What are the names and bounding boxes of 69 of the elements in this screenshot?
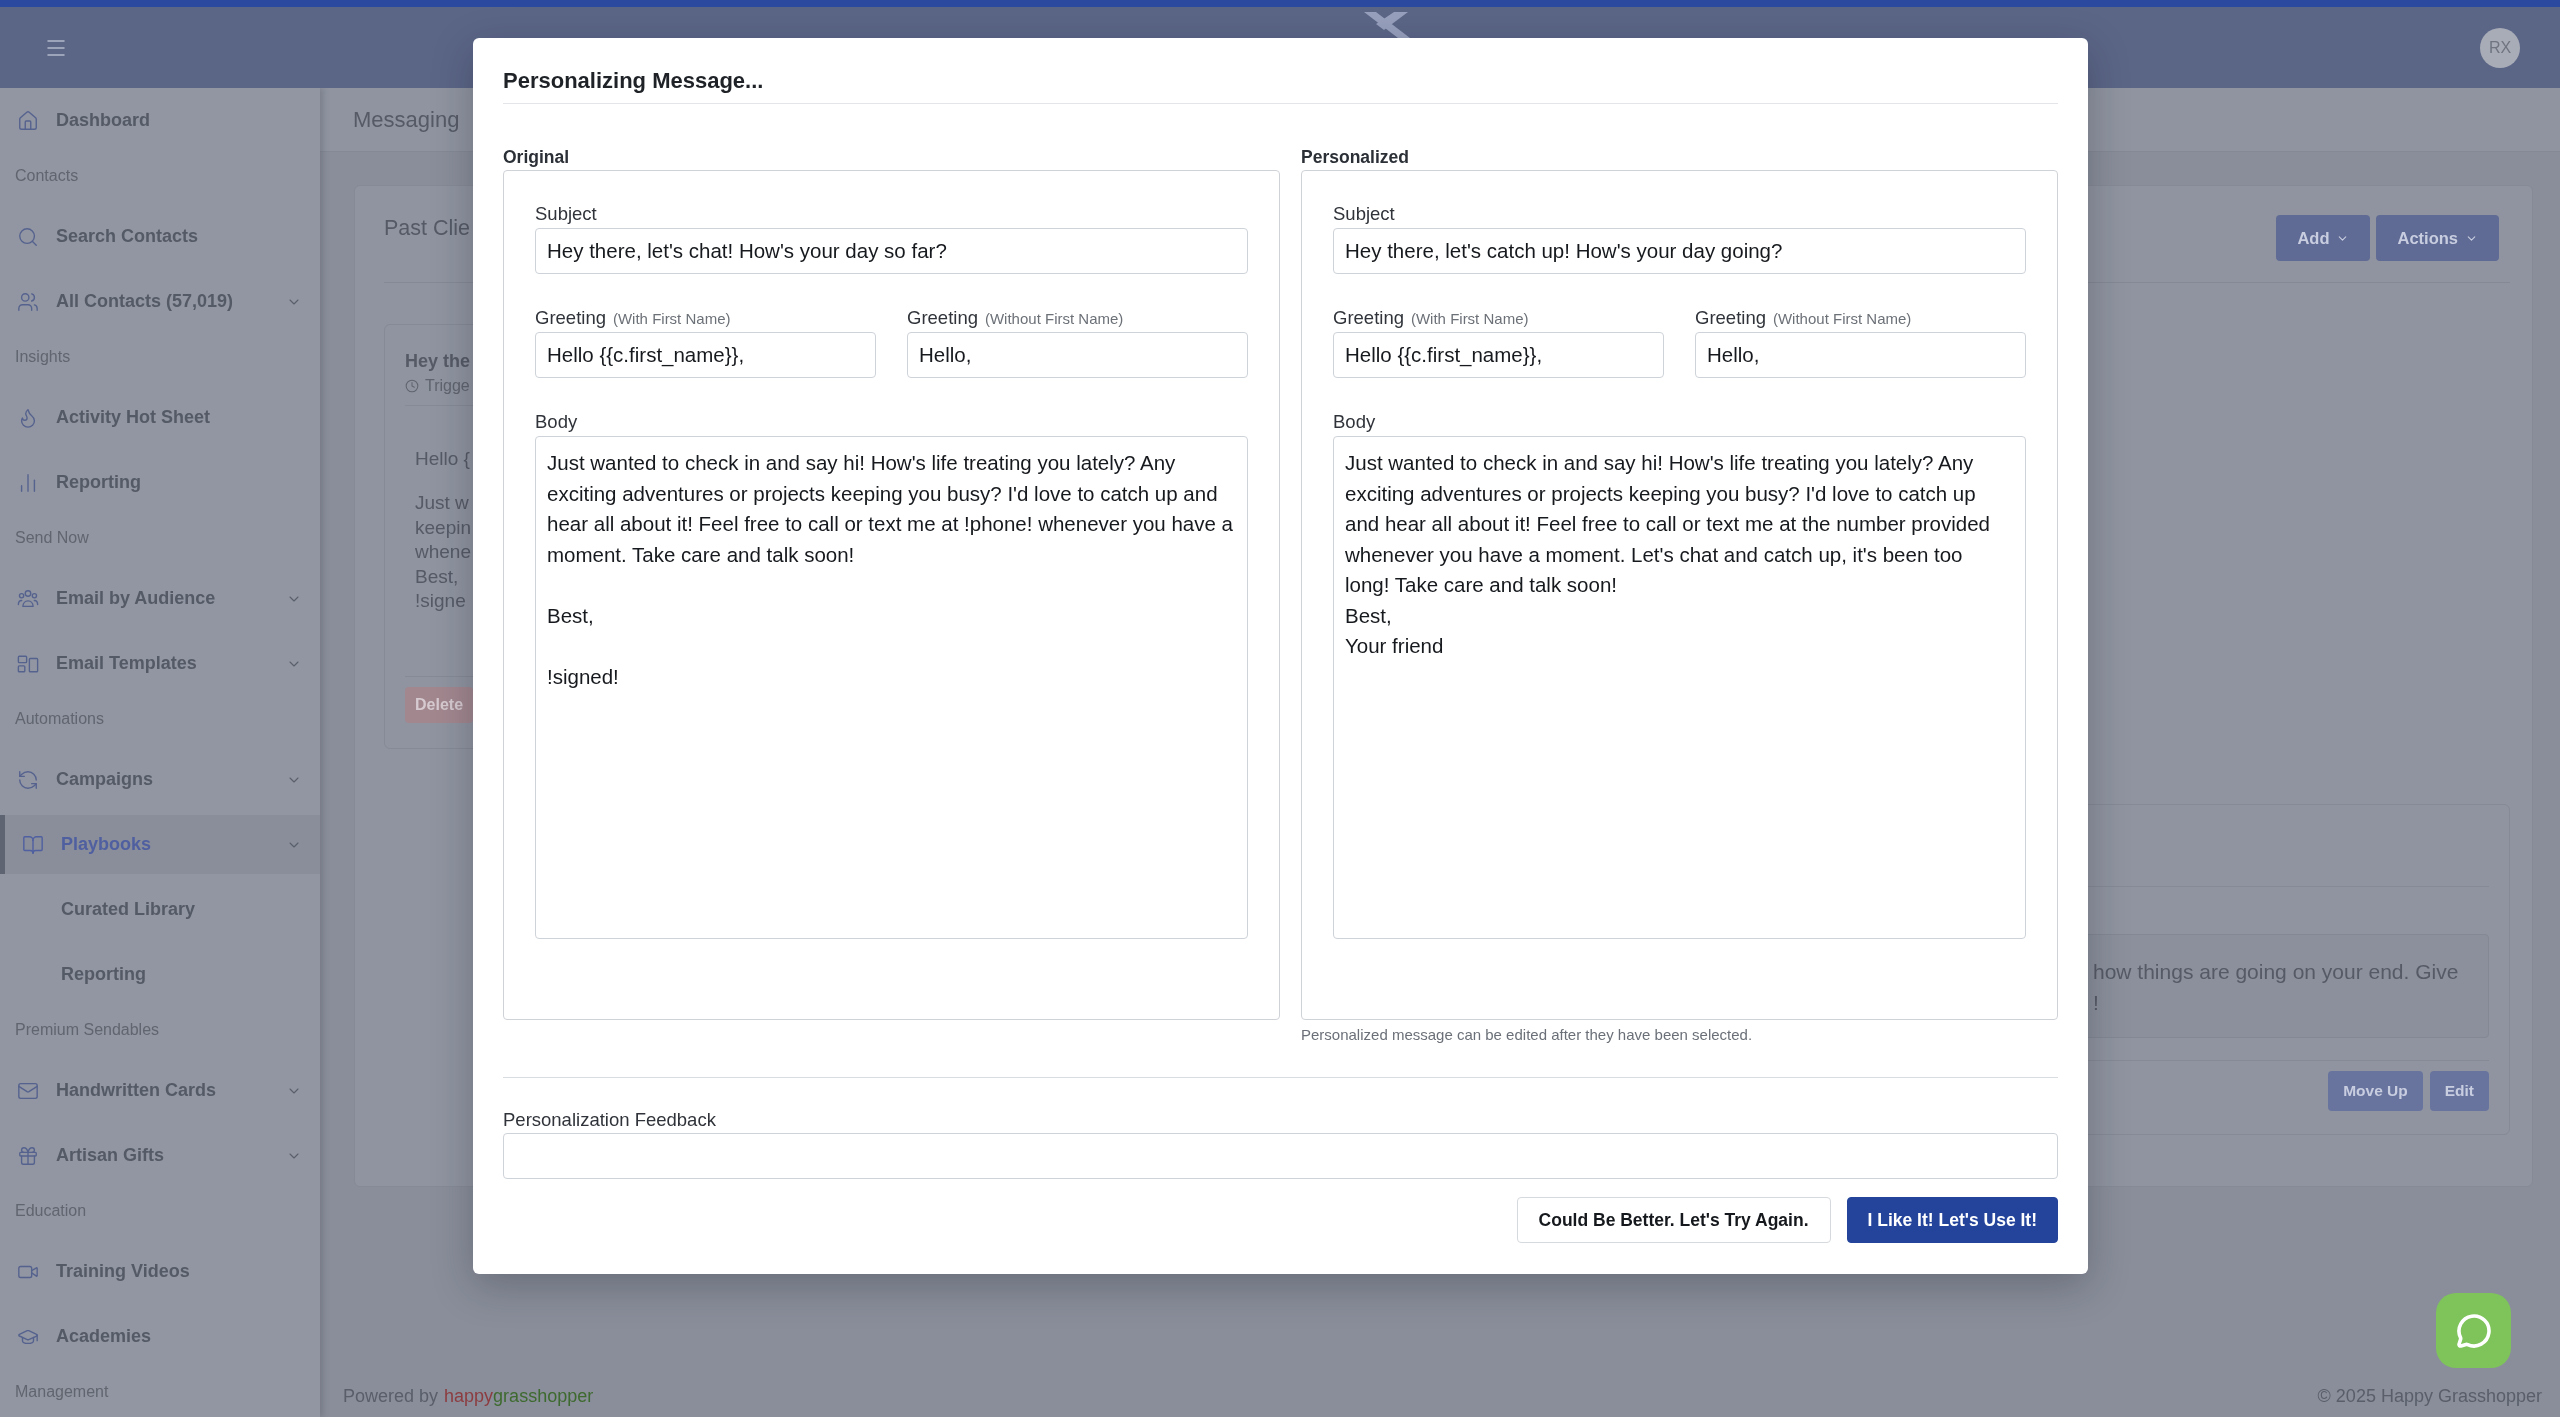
dropdown-button[interactable]: Actions: [2376, 215, 2499, 261]
sidebar-item[interactable]: Activity Hot Sheet: [0, 385, 320, 450]
message-text: keepin: [415, 515, 471, 540]
sidebar-item[interactable]: Training Videos: [0, 1239, 320, 1304]
field-hint: (With First Name): [612, 309, 731, 329]
use-it-button[interactable]: I Like It! Let's Use It!: [1846, 1197, 2058, 1243]
message-title: Hey the: [405, 350, 471, 373]
clock-icon: [405, 379, 419, 393]
gift-icon: [17, 1144, 39, 1167]
delete-button[interactable]: Delete: [405, 687, 474, 723]
sidebar-item[interactable]: Campaigns: [0, 747, 320, 812]
field-label: Greeting: [535, 307, 606, 329]
preview-text: !: [2093, 990, 2099, 1016]
card-title: Past Clie: [384, 215, 471, 241]
refresh-icon: [17, 768, 39, 791]
dialog-title: Personalizing Message...: [503, 68, 2058, 104]
card-button[interactable]: Move Up: [2328, 1071, 2423, 1111]
message-greeting: Hello {: [415, 447, 470, 471]
panel-heading: Original: [503, 147, 571, 167]
field-label: Body: [535, 411, 578, 433]
feedback-field[interactable]: [503, 1133, 2058, 1179]
greeting-field[interactable]: Hello,: [1695, 332, 2026, 378]
field-label: Greeting: [907, 307, 978, 329]
field-label: Personalization Feedback: [503, 1109, 717, 1131]
try-again-button[interactable]: Could Be Better. Let's Try Again.: [1516, 1197, 1831, 1243]
sidebar-item[interactable]: Handwritten Cards: [0, 1058, 320, 1123]
sidebar-item[interactable]: Playbooks: [0, 815, 320, 874]
help-text: Personalized message can be edited after they have been selected.: [1301, 1026, 1754, 1044]
greeting-field[interactable]: Hello {{c.first_name}},: [1333, 332, 1664, 378]
greeting-field[interactable]: Hello,: [907, 332, 1248, 378]
avatar[interactable]: RX: [2480, 27, 2520, 68]
message-text: !signe: [415, 589, 466, 613]
body-field[interactable]: Just wanted to check in and say hi! How's life treating you lately? Any exciting adventures or projects keeping you busy? I'd love to catch up and hear all about it! Feel free to call or text me at the number provided whenever you have a moment. Let's chat and catch up, it's been too long! Take care and talk soon! Best, Your friend: [1333, 436, 2026, 939]
sidebar-item[interactable]: Reporting: [0, 450, 320, 515]
sidebar-item[interactable]: Academies: [0, 1304, 320, 1369]
body-field[interactable]: Just wanted to check in and say hi! How's life treating you lately? Any exciting adventures or projects keeping you busy? I'd love to catch up and hear all about it! Feel free to call or text me at !phone! whenever you have a moment. Take care and talk soon! Best, !signed!: [535, 436, 1248, 939]
message-text: whene: [415, 540, 471, 564]
field-label: Subject: [1333, 203, 1395, 225]
subject-field[interactable]: Hey there, let's chat! How's your day so far?: [535, 228, 1248, 274]
sidebar-item[interactable]: All Contacts (57,019): [0, 269, 320, 334]
sidebar-subitem[interactable]: Reporting: [0, 942, 320, 1007]
field-label: Body: [1333, 411, 1376, 433]
field-label: Greeting: [1695, 307, 1766, 329]
sidebar-item[interactable]: Email by Audience: [0, 566, 320, 631]
dropdown-button[interactable]: Add: [2276, 215, 2371, 261]
group-icon: [17, 587, 39, 610]
home-icon: [17, 109, 39, 132]
card-button[interactable]: Edit: [2429, 1071, 2489, 1111]
page-title: Messaging: [353, 106, 460, 133]
sidebar-item[interactable]: Email Templates: [0, 631, 320, 696]
brand-logo[interactable]: happygrasshopper: [444, 1385, 594, 1407]
speech-bubble-icon: [2455, 1312, 2492, 1349]
people-icon: [17, 290, 39, 313]
panel-heading: Personalized: [1301, 147, 1410, 167]
field-label: Greeting: [1333, 307, 1404, 329]
sidebar-item[interactable]: Dashboard: [0, 88, 320, 153]
field-hint: (With First Name): [1410, 309, 1529, 329]
message-text: Best,: [415, 564, 459, 589]
field-hint: (Without First Name): [1772, 309, 1912, 329]
book-icon: [22, 833, 44, 856]
field-label: Subject: [535, 203, 597, 225]
sidebar-item[interactable]: Search Contacts: [0, 204, 320, 269]
search-icon: [17, 225, 39, 248]
greeting-field[interactable]: Hello {{c.first_name}},: [535, 332, 876, 378]
field-hint: (Without First Name): [984, 309, 1124, 329]
sidebar-subitem[interactable]: Curated Library: [0, 877, 320, 942]
chat-button[interactable]: [2436, 1293, 2511, 1368]
sidebar-item[interactable]: Artisan Gifts: [0, 1123, 320, 1188]
subject-field[interactable]: Hey there, let's catch up! How's your day going?: [1333, 228, 2026, 274]
